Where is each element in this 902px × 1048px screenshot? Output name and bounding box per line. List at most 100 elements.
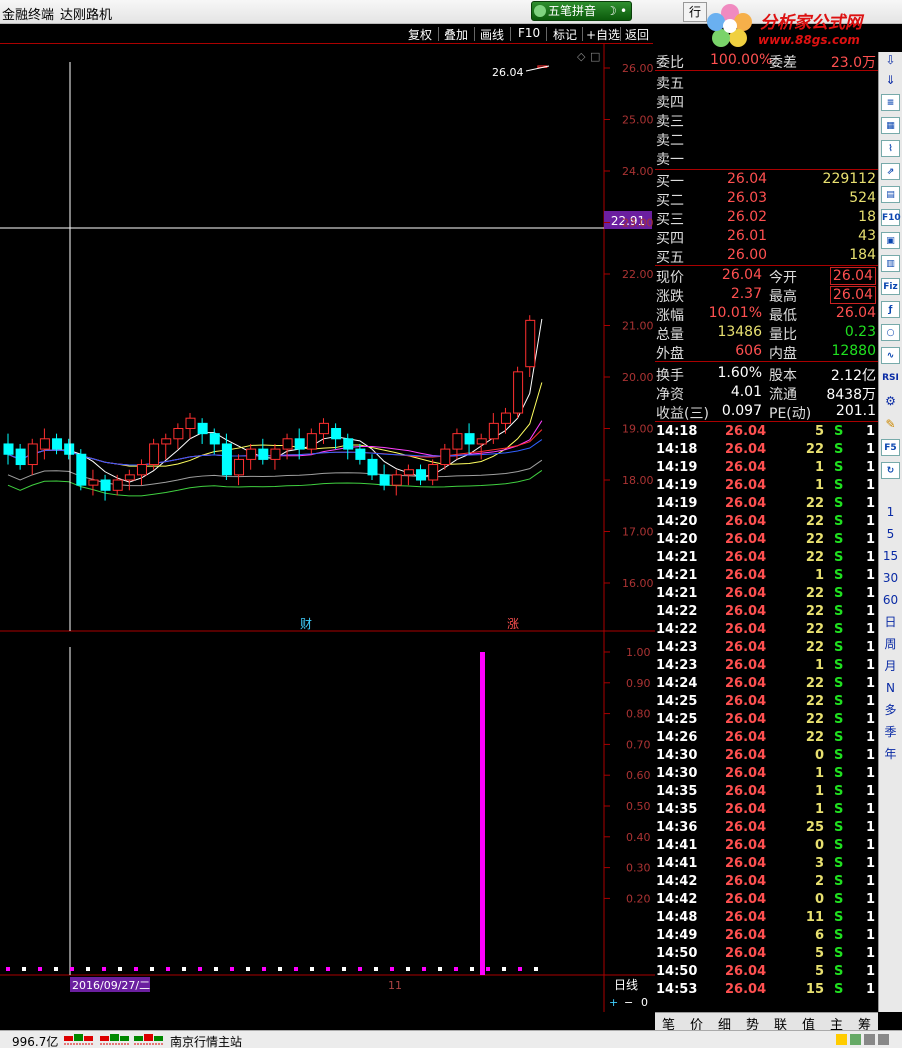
server-station[interactable]: 南京行情主站 (170, 1033, 242, 1048)
period-7[interactable]: 月 (881, 658, 900, 675)
candle[interactable] (306, 428, 317, 455)
period-5[interactable]: 日 (881, 614, 900, 631)
candle[interactable] (185, 413, 196, 439)
tick-row[interactable]: 14:19 26.04 22 S 1 (655, 496, 878, 514)
sidebar-rsi-icon[interactable]: RSI (881, 370, 900, 387)
period-2[interactable]: 15 (881, 548, 900, 565)
tick-row[interactable]: 14:48 26.04 11 S 1 (655, 910, 878, 928)
tick-row[interactable]: 14:22 26.04 22 S 1 (655, 622, 878, 640)
candle[interactable] (440, 443, 451, 470)
ime-moon-icon[interactable]: ☽ (606, 2, 617, 20)
tick-row[interactable]: 14:50 26.04 5 S 1 (655, 964, 878, 982)
ime-dot-icon[interactable]: • (620, 2, 627, 20)
tick-row[interactable]: 14:21 26.04 1 S 1 (655, 568, 878, 586)
candle[interactable] (234, 454, 245, 486)
tick-row[interactable]: 14:50 26.04 5 S 1 (655, 946, 878, 964)
sidebar-table-icon[interactable]: ▦ (881, 117, 900, 134)
candle[interactable] (88, 469, 99, 496)
period-label[interactable]: 日线 (614, 978, 638, 992)
candle[interactable] (149, 438, 160, 470)
tick-row[interactable]: 14:42 26.04 2 S 1 (655, 874, 878, 892)
sidebar-trend-icon[interactable]: ⇗ (881, 163, 900, 180)
sidebar-grid-icon[interactable]: ▤ (881, 186, 900, 203)
period-4[interactable]: 60 (881, 592, 900, 609)
period-10[interactable]: 季 (881, 724, 900, 741)
candle[interactable] (403, 464, 414, 486)
candle[interactable] (197, 418, 208, 444)
candle[interactable] (221, 433, 232, 480)
period-11[interactable]: 年 (881, 746, 900, 763)
sidebar-doc-icon[interactable]: ▣ (881, 232, 900, 249)
sidebar-pencil-icon[interactable]: ✎ (881, 416, 900, 433)
tick-row[interactable]: 14:36 26.04 25 S 1 (655, 820, 878, 838)
kline-chart[interactable]: 22.91 ◇ □ 26.04 财 涨 26.0025.0024.0023.00… (0, 44, 655, 1012)
candle[interactable] (258, 438, 269, 465)
candle[interactable] (124, 469, 135, 491)
sidebar-wave-icon[interactable]: ∿ (881, 347, 900, 364)
candle[interactable] (161, 433, 172, 460)
tick-row[interactable]: 14:21 26.04 22 S 1 (655, 586, 878, 604)
sidebar-circle-icon[interactable]: ○ (881, 324, 900, 341)
candle[interactable] (246, 443, 257, 470)
tick-row[interactable]: 14:22 26.04 22 S 1 (655, 604, 878, 622)
sidebar-down-icon[interactable]: ⇓ (881, 72, 900, 89)
sidebar-news-icon[interactable]: ▥ (881, 255, 900, 272)
volume-bar[interactable] (480, 652, 485, 975)
candle[interactable] (52, 433, 63, 455)
overlay-button[interactable]: 叠加 (444, 26, 468, 43)
sidebar-list-icon[interactable]: ≡ (881, 94, 900, 111)
sidebar-fiz-icon[interactable]: Fiz (881, 278, 900, 295)
sidebar-refresh-icon[interactable]: ↻ (881, 462, 900, 479)
candle[interactable] (136, 459, 147, 486)
tick-row[interactable]: 14:30 26.04 0 S 1 (655, 748, 878, 766)
candle[interactable] (64, 438, 75, 460)
candle[interactable] (416, 464, 427, 486)
ime-toolbar[interactable]: 五笔拼音 ☽ • (531, 1, 632, 21)
sidebar-arrow-icon[interactable]: ⇩ (881, 52, 900, 69)
tick-row[interactable]: 14:30 26.04 1 S 1 (655, 766, 878, 784)
candle[interactable] (76, 449, 87, 491)
tick-row[interactable]: 14:35 26.04 1 S 1 (655, 784, 878, 802)
period-9[interactable]: 多 (881, 702, 900, 719)
f10-button[interactable]: F10 (518, 26, 540, 40)
mark-button[interactable]: 标记 (553, 26, 577, 43)
sidebar-f10-icon[interactable]: F10 (881, 209, 901, 226)
tick-row[interactable]: 14:42 26.04 0 S 1 (655, 892, 878, 910)
tick-row[interactable]: 14:18 26.04 22 S 1 (655, 442, 878, 460)
tick-row[interactable]: 14:19 26.04 1 S 1 (655, 478, 878, 496)
candle[interactable] (100, 474, 111, 501)
tick-row[interactable]: 14:41 26.04 3 S 1 (655, 856, 878, 874)
zoom-out-button[interactable]: − (624, 996, 633, 1009)
candle[interactable] (112, 474, 123, 496)
candle[interactable] (27, 438, 38, 475)
tick-row[interactable]: 14:21 26.04 22 S 1 (655, 550, 878, 568)
sidebar-chart-icon[interactable]: ⌇ (881, 140, 900, 157)
candle[interactable] (513, 366, 524, 419)
tick-row[interactable]: 14:53 26.04 15 S 1 (655, 982, 878, 1000)
tick-row[interactable]: 14:25 26.04 22 S 1 (655, 694, 878, 712)
tick-row[interactable]: 14:20 26.04 22 S 1 (655, 514, 878, 532)
event-label-zhang[interactable]: 涨 (507, 616, 519, 631)
candle[interactable] (476, 433, 487, 460)
candle[interactable] (173, 423, 184, 450)
tick-row[interactable]: 14:26 26.04 22 S 1 (655, 730, 878, 748)
candle[interactable] (15, 443, 26, 470)
add-favorite-button[interactable]: +自选 (586, 26, 620, 43)
back-button[interactable]: 返回 (625, 26, 649, 43)
tick-row[interactable]: 14:24 26.04 22 S 1 (655, 676, 878, 694)
period-6[interactable]: 周 (881, 636, 900, 653)
tick-row[interactable]: 14:41 26.04 0 S 1 (655, 838, 878, 856)
tick-row[interactable]: 14:18 26.04 5 S 1 (655, 424, 878, 442)
candle[interactable] (343, 433, 354, 460)
candle[interactable] (379, 464, 390, 491)
tick-row[interactable]: 14:19 26.04 1 S 1 (655, 460, 878, 478)
tick-row[interactable]: 14:23 26.04 1 S 1 (655, 658, 878, 676)
tick-row[interactable]: 14:35 26.04 1 S 1 (655, 802, 878, 820)
tick-row[interactable]: 14:25 26.04 22 S 1 (655, 712, 878, 730)
candle[interactable] (500, 407, 511, 434)
sidebar-formula-icon[interactable]: ƒ (881, 301, 900, 318)
candle[interactable] (331, 423, 342, 450)
draw-line-button[interactable]: 画线 (480, 26, 504, 43)
candle[interactable] (3, 433, 14, 465)
tick-row[interactable]: 14:49 26.04 6 S 1 (655, 928, 878, 946)
